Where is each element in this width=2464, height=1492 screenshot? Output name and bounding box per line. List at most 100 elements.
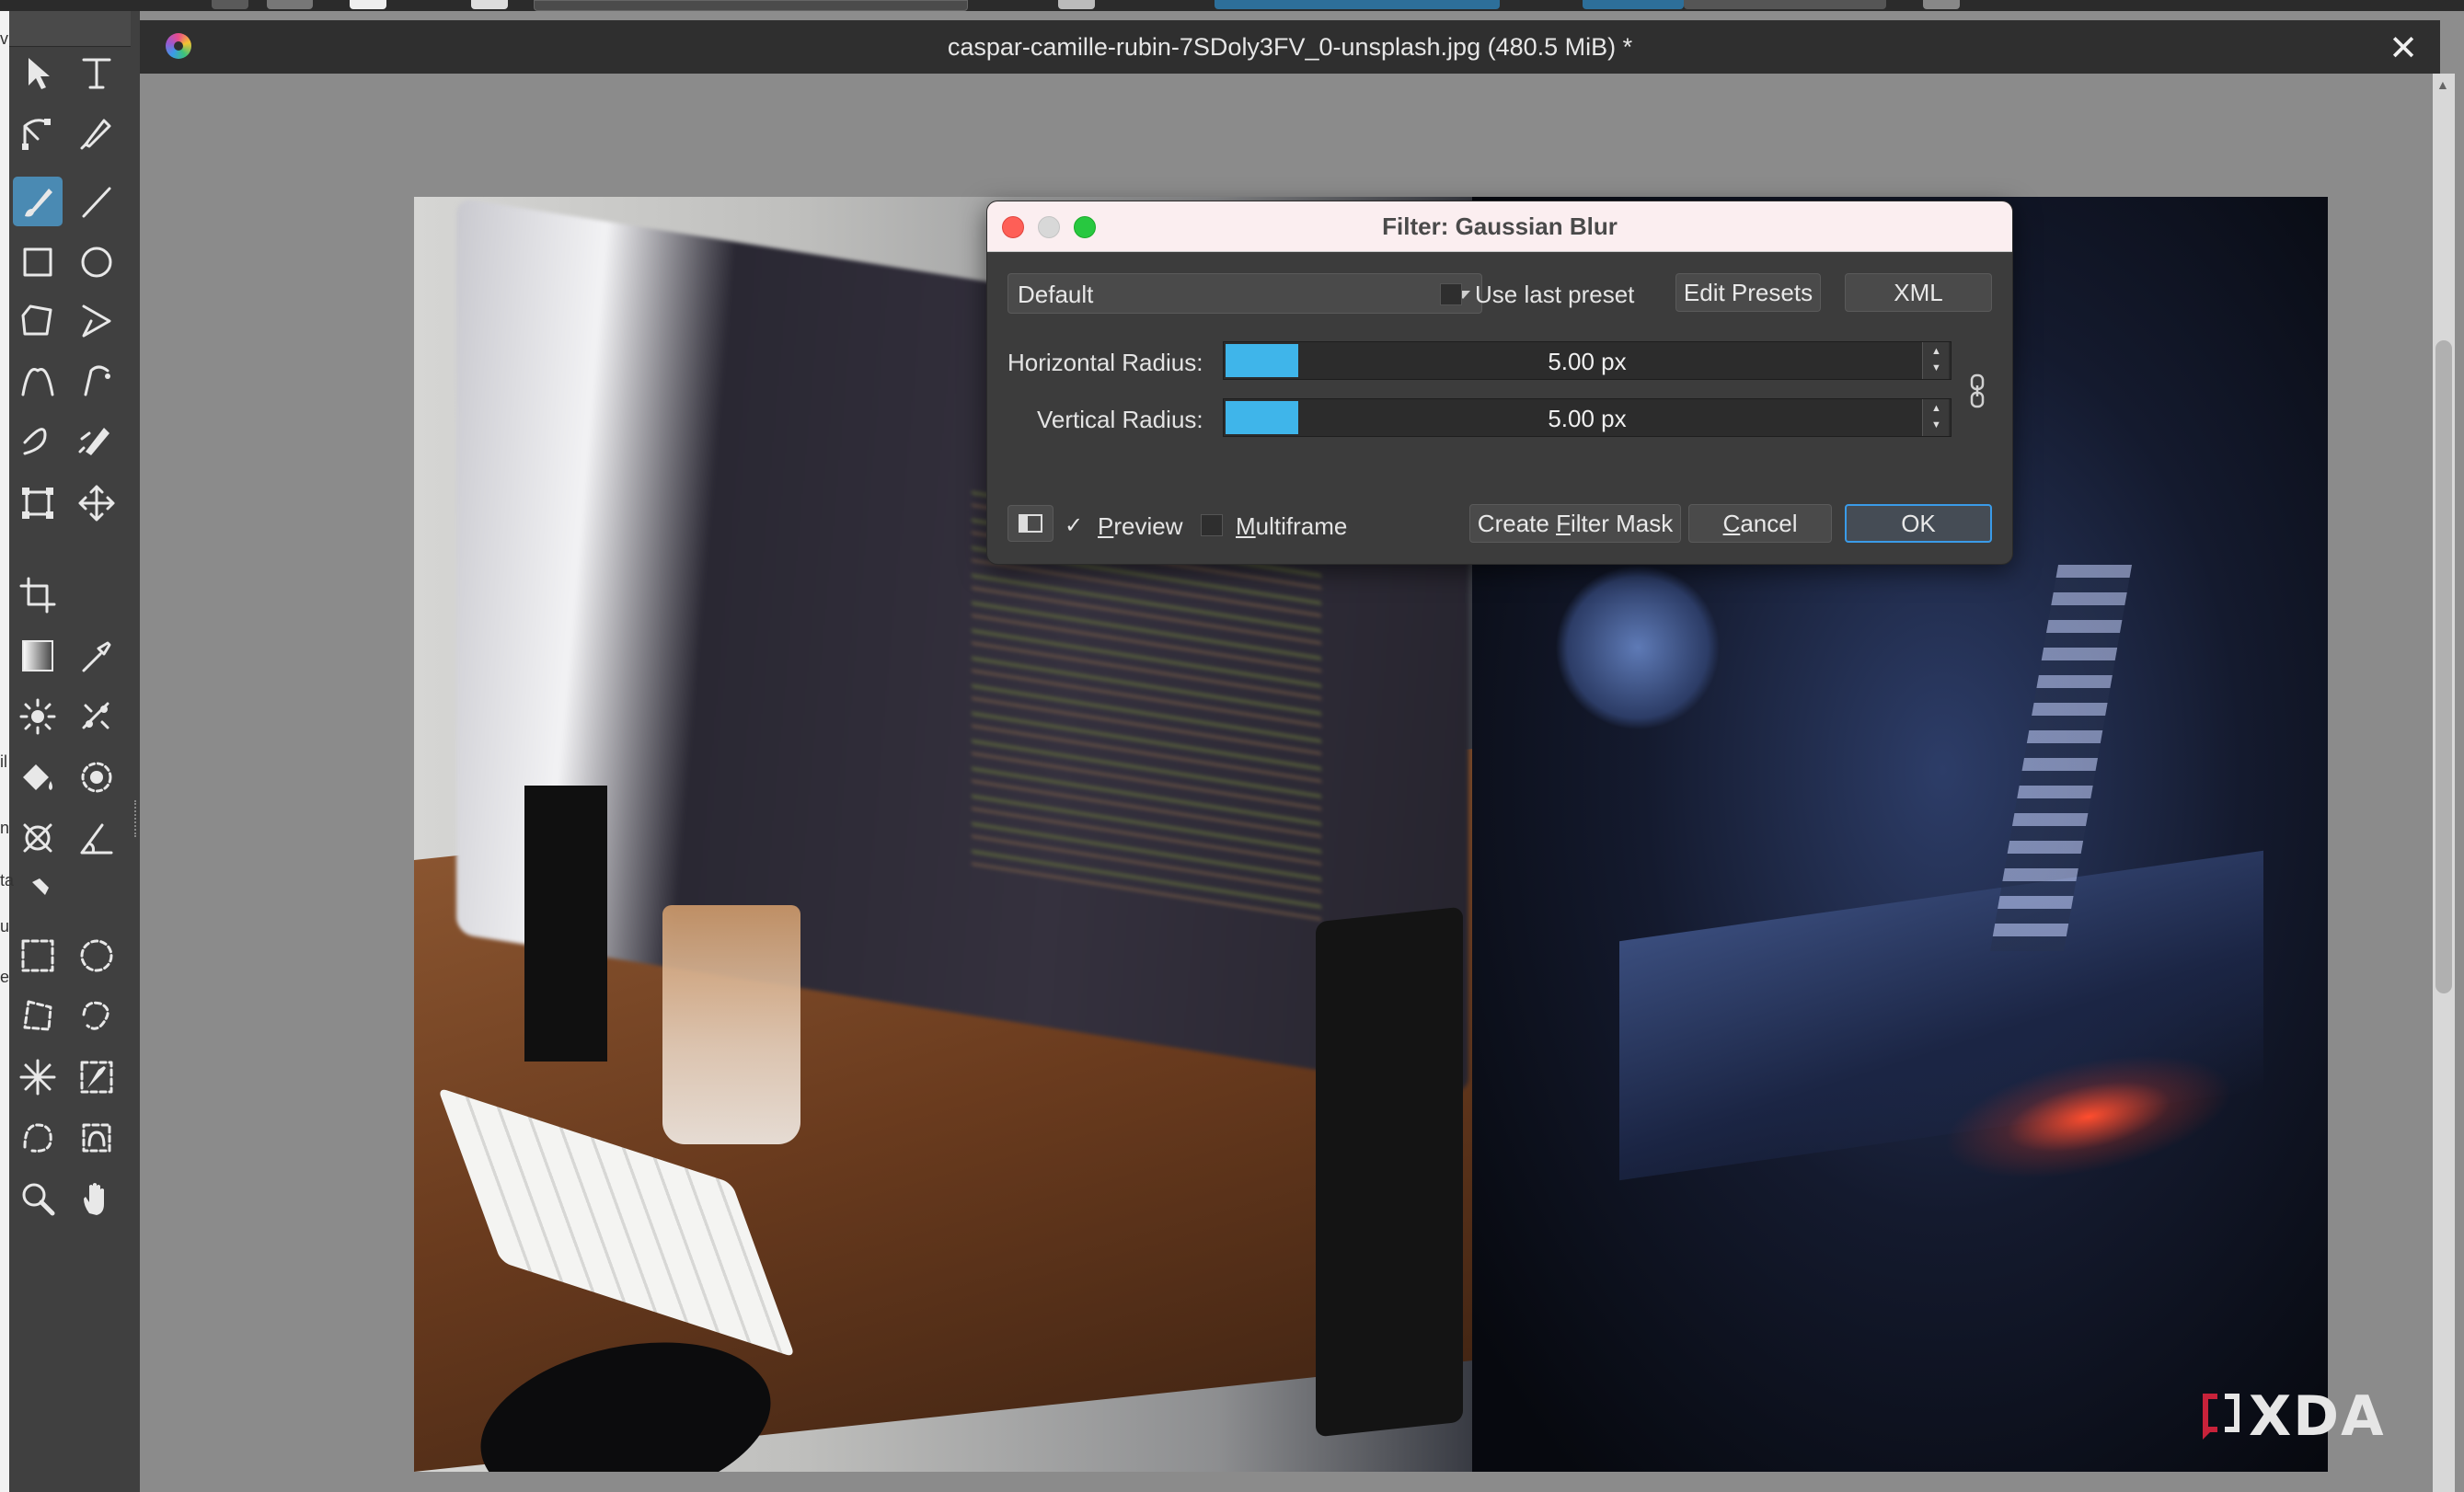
multiframe-label[interactable]: Multiframe bbox=[1236, 512, 1347, 541]
scrollbar-thumb[interactable] bbox=[2435, 340, 2452, 993]
preview-label-rest: review bbox=[1113, 512, 1183, 540]
magnetic-selection-icon bbox=[82, 1123, 111, 1153]
vertical-scrollbar[interactable]: ▲ bbox=[2433, 74, 2455, 1492]
watermark-text: XDA bbox=[2249, 1384, 2386, 1449]
tool-dynamic-brush-button[interactable] bbox=[13, 416, 63, 465]
tool-fill-button[interactable] bbox=[13, 752, 63, 802]
horizontal-radius-value: 5.00 px bbox=[1548, 348, 1627, 375]
multibrush-icon bbox=[78, 428, 109, 455]
tool-similar-color-selection-button[interactable] bbox=[72, 1052, 121, 1102]
create-filter-mask-label-post: ilter Mask bbox=[1570, 509, 1674, 537]
rectangle-icon bbox=[23, 247, 52, 277]
tool-elliptical-selection-button[interactable] bbox=[72, 931, 121, 981]
tool-polyline-button[interactable] bbox=[72, 296, 121, 346]
tool-colorize-mask-button[interactable] bbox=[13, 692, 63, 741]
document-title: caspar-camille-rubin-7SDoly3FV_0-unsplas… bbox=[947, 33, 1633, 61]
multiframe-label-rest: ultiframe bbox=[1255, 512, 1348, 540]
tool-rectangle-button[interactable] bbox=[13, 237, 63, 287]
preview-label[interactable]: Preview bbox=[1098, 512, 1182, 541]
use-last-preset-label[interactable]: Use last preset bbox=[1475, 281, 1634, 309]
tool-freehand-path-button[interactable] bbox=[72, 355, 121, 405]
tool-calligraphy-button[interactable] bbox=[72, 107, 121, 156]
cancel-label-rest: ancel bbox=[1740, 509, 1798, 537]
horizontal-radius-spinner[interactable]: ▲ ▼ bbox=[1922, 342, 1949, 379]
toolbox-panel: v il n ta u e bbox=[0, 11, 142, 1492]
line-icon bbox=[82, 187, 111, 218]
preview-mnemonic: P bbox=[1098, 512, 1114, 540]
tool-enclose-and-fill-button[interactable] bbox=[72, 752, 121, 802]
select-shapes-icon bbox=[29, 58, 50, 89]
close-document-button[interactable]: ✕ bbox=[2389, 28, 2418, 69]
horizontal-radius-label: Horizontal Radius: bbox=[1007, 349, 1203, 376]
assistant-icon bbox=[23, 823, 52, 853]
tool-polygonal-selection-button[interactable] bbox=[13, 992, 63, 1041]
tool-rectangular-selection-button[interactable] bbox=[13, 931, 63, 981]
use-last-preset-checkbox[interactable] bbox=[1440, 283, 1462, 305]
tool-move-button[interactable] bbox=[72, 478, 121, 528]
tool-edit-shapes-button[interactable] bbox=[13, 107, 63, 156]
edge-letter: v bbox=[0, 29, 8, 48]
tool-text-button[interactable] bbox=[72, 48, 121, 98]
edge-letter: n bbox=[0, 819, 10, 837]
preview-check-icon[interactable]: ✓ bbox=[1065, 512, 1083, 539]
fill-icon bbox=[23, 764, 52, 790]
edge-letter: ta bbox=[0, 871, 15, 889]
toolbox-header bbox=[9, 11, 131, 47]
tool-bezier-curve-button[interactable] bbox=[13, 355, 63, 405]
gradient-icon bbox=[22, 640, 53, 671]
tool-color-sampler-button[interactable] bbox=[72, 631, 121, 681]
polygon-icon bbox=[21, 304, 52, 336]
multiframe-checkbox[interactable] bbox=[1201, 514, 1223, 536]
xml-button[interactable]: XML bbox=[1845, 273, 1992, 312]
tool-smart-patch-button[interactable] bbox=[72, 692, 121, 741]
ok-button[interactable]: OK bbox=[1845, 504, 1992, 543]
dialog-title: Filter: Gaussian Blur bbox=[1382, 212, 1618, 240]
tool-pan-button[interactable] bbox=[72, 1174, 121, 1223]
tool-reference-images-button[interactable] bbox=[13, 865, 63, 914]
edge-letter: e bbox=[0, 968, 10, 986]
cancel-mnemonic: C bbox=[1722, 509, 1741, 537]
tool-freehand-brush-button[interactable] bbox=[13, 177, 63, 226]
tool-ellipse-button[interactable] bbox=[72, 237, 121, 287]
split-preview-toggle-button[interactable] bbox=[1007, 505, 1054, 542]
horizontal-radius-slider[interactable]: 5.00 px bbox=[1223, 341, 1952, 380]
vertical-radius-spinner[interactable]: ▲ ▼ bbox=[1922, 399, 1949, 436]
vertical-radius-value: 5.00 px bbox=[1548, 405, 1627, 432]
tool-select-shapes-button[interactable] bbox=[13, 48, 63, 98]
dialog-titlebar[interactable]: Filter: Gaussian Blur bbox=[987, 201, 2012, 252]
tool-transform-button[interactable] bbox=[13, 478, 63, 528]
create-filter-mask-button[interactable]: Create Filter Mask bbox=[1469, 504, 1681, 543]
tool-crop-button[interactable] bbox=[13, 570, 63, 620]
tool-zoom-button[interactable] bbox=[13, 1174, 63, 1223]
scroll-up-icon[interactable]: ▲ bbox=[2436, 77, 2449, 92]
tool-contiguous-selection-button[interactable] bbox=[13, 1052, 63, 1102]
rectangular-selection-icon bbox=[21, 939, 54, 972]
zoom-icon bbox=[22, 1183, 55, 1216]
tool-measure-button[interactable] bbox=[72, 813, 121, 863]
create-filter-mask-label-pre: Create bbox=[1477, 509, 1557, 537]
create-filter-mask-mnemonic: F bbox=[1556, 509, 1571, 537]
multiframe-mnemonic: M bbox=[1236, 512, 1256, 540]
tool-freehand-selection-button[interactable] bbox=[72, 992, 121, 1041]
edit-presets-button[interactable]: Edit Presets bbox=[1675, 273, 1821, 312]
calligraphy-icon bbox=[80, 119, 111, 150]
polyline-icon bbox=[82, 304, 111, 338]
preset-dropdown[interactable]: Default bbox=[1007, 273, 1482, 314]
measure-icon bbox=[80, 823, 113, 855]
tool-gradient-button[interactable] bbox=[13, 631, 63, 681]
transform-icon bbox=[22, 488, 53, 519]
edit-shapes-icon bbox=[22, 119, 51, 150]
cancel-button[interactable]: Cancel bbox=[1688, 504, 1832, 543]
docker-edge: v il n ta u e bbox=[0, 11, 14, 1492]
tool-bezier-selection-button[interactable] bbox=[13, 1113, 63, 1163]
vertical-radius-slider[interactable]: 5.00 px bbox=[1223, 398, 1952, 437]
tool-magnetic-selection-button[interactable] bbox=[72, 1113, 121, 1163]
tool-multibrush-button[interactable] bbox=[72, 416, 121, 465]
tool-line-button[interactable] bbox=[72, 177, 121, 226]
tool-polygon-button[interactable] bbox=[13, 296, 63, 346]
freehand-selection-icon bbox=[82, 1001, 109, 1030]
reference-images-icon bbox=[27, 878, 49, 901]
link-radius-chain-icon[interactable] bbox=[1968, 373, 1986, 409]
bezier-curve-icon bbox=[21, 368, 54, 396]
tool-assistant-button[interactable] bbox=[13, 813, 63, 863]
